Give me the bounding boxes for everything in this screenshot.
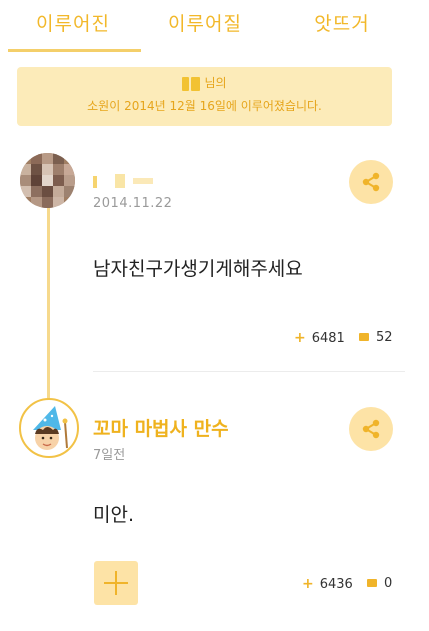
blurred-username: [182, 76, 190, 91]
tab-fulfilled[interactable]: 이루어진: [18, 6, 128, 42]
reply-time: 7일전: [93, 448, 126, 463]
reply-text: 미안.: [93, 504, 134, 526]
post-divider: [93, 371, 405, 372]
wizard-avatar[interactable]: [19, 398, 79, 458]
plus-icon: +: [302, 576, 314, 592]
speech-bubble-icon: [367, 578, 377, 587]
fulfilled-banner: 님의 소원이 2014년 12월 16일에 이루어졌습니다.: [17, 67, 392, 126]
wish-like-count[interactable]: +6481: [294, 329, 345, 347]
banner-message: 소원이 2014년 12월 16일에 이루어졌습니다.: [87, 99, 322, 113]
reply-like-count[interactable]: +6436: [302, 575, 353, 593]
timeline-connector: [47, 205, 50, 405]
wish-text: 남자친구가생기게해주세요: [93, 258, 303, 280]
share-button-wish[interactable]: [349, 160, 393, 204]
user-avatar-blurred[interactable]: [20, 153, 75, 208]
banner-suffix: 님의: [204, 76, 227, 90]
comment-count-value: 0: [384, 576, 393, 591]
reply-comment-count[interactable]: 0: [367, 575, 392, 593]
share-icon: [362, 419, 380, 439]
tab-to-be-fulfilled[interactable]: 이루어질: [150, 6, 260, 42]
blurred-author-name: [93, 170, 163, 192]
wish-date: 2014.11.22: [93, 196, 173, 211]
active-tab-indicator: [8, 49, 141, 52]
wish-comment-count[interactable]: 52: [359, 329, 393, 347]
comment-count-value: 52: [376, 330, 393, 345]
speech-bubble-icon: [359, 332, 369, 341]
tab-bar: 이루어진 이루어질 앗뜨거: [0, 0, 429, 54]
banner-line-1: 님의: [17, 74, 392, 92]
share-button-reply[interactable]: [349, 407, 393, 451]
like-count-value: 6481: [311, 331, 345, 346]
add-button[interactable]: [94, 561, 138, 605]
reply-author: 꼬마 마법사 만수: [93, 418, 229, 440]
blurred-username-part: [191, 76, 201, 91]
like-count-value: 6436: [319, 577, 353, 592]
tab-hot[interactable]: 앗뜨거: [292, 6, 392, 42]
share-icon: [362, 172, 380, 192]
plus-icon: +: [294, 330, 306, 346]
